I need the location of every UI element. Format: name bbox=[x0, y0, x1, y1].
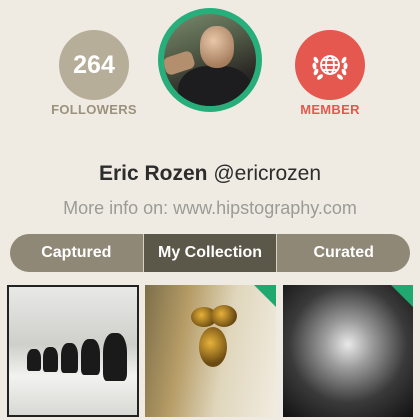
corner-badge bbox=[254, 285, 276, 307]
tab-my-collection[interactable]: My Collection bbox=[142, 234, 277, 272]
followers-stat[interactable]: 264 bbox=[59, 30, 129, 100]
photo-thumbnail-1[interactable] bbox=[7, 285, 139, 417]
followers-label: FOLLOWERS bbox=[51, 102, 137, 117]
followers-count: 264 bbox=[73, 50, 115, 79]
photo-thumbnail-2[interactable] bbox=[145, 285, 276, 417]
avatar bbox=[164, 14, 256, 106]
profile-name: Eric Rozen bbox=[98, 162, 208, 185]
tab-curated[interactable]: Curated bbox=[276, 234, 410, 272]
member-label: MEMBER bbox=[300, 102, 360, 117]
profile-handle[interactable]: @ericrozen bbox=[213, 162, 321, 185]
profile-info[interactable]: More info on: www.hipstography.com bbox=[0, 198, 420, 219]
avatar-ring[interactable] bbox=[158, 8, 262, 112]
corner-badge bbox=[391, 285, 413, 307]
photo-thumbnail-3[interactable] bbox=[283, 285, 413, 417]
member-stat[interactable] bbox=[295, 30, 365, 100]
tab-captured[interactable]: Captured bbox=[10, 234, 143, 272]
tab-bar: Captured My Collection Curated bbox=[10, 234, 410, 272]
profile-name-line: Eric Rozen @ericrozen bbox=[0, 162, 420, 186]
globe-laurel-icon bbox=[312, 55, 348, 80]
